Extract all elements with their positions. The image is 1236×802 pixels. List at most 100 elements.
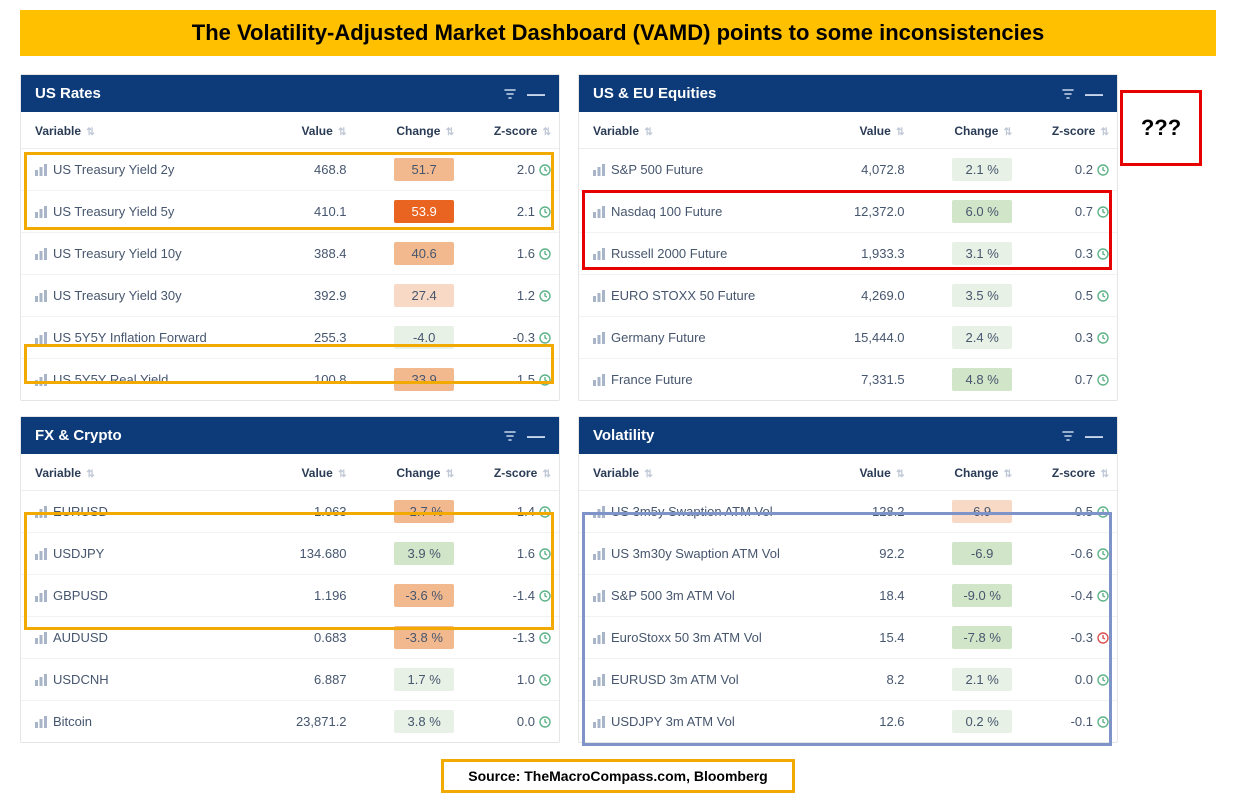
- change-cell: 2.4 %: [952, 326, 1012, 349]
- sort-icon[interactable]: ⇅: [543, 469, 551, 480]
- variable-name[interactable]: US Treasury Yield 30y: [53, 288, 182, 303]
- table-row: GBPUSD1.196-3.6 %-1.4: [21, 575, 559, 617]
- value-cell: 128.2: [872, 504, 905, 519]
- panel-us-eu-equities: US & EU Equities—Variable ⇅Value ⇅Change…: [578, 74, 1118, 401]
- sort-icon[interactable]: ⇅: [86, 127, 94, 138]
- variable-name[interactable]: US 3m30y Swaption ATM Vol: [611, 546, 780, 561]
- variable-name[interactable]: S&P 500 3m ATM Vol: [611, 588, 735, 603]
- col-change[interactable]: Change ⇅: [355, 454, 463, 491]
- clock-icon: [1097, 164, 1109, 176]
- bar-chart-icon: [593, 632, 605, 644]
- col-value[interactable]: Value ⇅: [258, 454, 355, 491]
- variable-name[interactable]: EuroStoxx 50 3m ATM Vol: [611, 630, 762, 645]
- zscore-cell: 0.0: [517, 714, 551, 729]
- variable-name[interactable]: USDCNH: [53, 672, 109, 687]
- col-zscore[interactable]: Z-score ⇅: [462, 454, 559, 491]
- change-cell: 2.1 %: [952, 668, 1012, 691]
- filter-icon[interactable]: [1061, 87, 1075, 101]
- value-cell: 388.4: [314, 246, 347, 261]
- value-cell: 15,444.0: [854, 330, 905, 345]
- sort-icon[interactable]: ⇅: [644, 469, 652, 480]
- variable-name[interactable]: Bitcoin: [53, 714, 92, 729]
- col-value[interactable]: Value ⇅: [816, 454, 913, 491]
- clock-icon: [539, 164, 551, 176]
- variable-name[interactable]: France Future: [611, 372, 693, 387]
- col-change[interactable]: Change ⇅: [913, 112, 1021, 149]
- sort-icon[interactable]: ⇅: [338, 469, 346, 480]
- col-zscore[interactable]: Z-score ⇅: [462, 112, 559, 149]
- variable-name[interactable]: US 3m5y Swaption ATM Vol: [611, 504, 773, 519]
- zscore-cell: 1.6: [517, 546, 551, 561]
- variable-name[interactable]: USDJPY 3m ATM Vol: [611, 714, 735, 729]
- clock-icon: [1097, 674, 1109, 686]
- sort-icon[interactable]: ⇅: [896, 469, 904, 480]
- table-row: Germany Future15,444.02.4 %0.3: [579, 317, 1117, 359]
- variable-name[interactable]: EURUSD: [53, 504, 108, 519]
- zscore-cell: 0.2: [1075, 162, 1109, 177]
- collapse-icon[interactable]: —: [1085, 89, 1103, 99]
- sort-icon[interactable]: ⇅: [86, 469, 94, 480]
- variable-name[interactable]: S&P 500 Future: [611, 162, 703, 177]
- value-cell: 18.4: [879, 588, 904, 603]
- zscore-cell: 0.5: [1075, 288, 1109, 303]
- table-row: AUDUSD0.683-3.8 %-1.3: [21, 617, 559, 659]
- collapse-icon[interactable]: —: [527, 89, 545, 99]
- variable-name[interactable]: EURUSD 3m ATM Vol: [611, 672, 739, 687]
- col-value[interactable]: Value ⇅: [816, 112, 913, 149]
- collapse-icon[interactable]: —: [527, 431, 545, 441]
- bar-chart-icon: [593, 374, 605, 386]
- variable-name[interactable]: US 5Y5Y Inflation Forward: [53, 330, 207, 345]
- col-variable[interactable]: Variable ⇅: [21, 112, 258, 149]
- sort-icon[interactable]: ⇅: [543, 127, 551, 138]
- variable-name[interactable]: Russell 2000 Future: [611, 246, 727, 261]
- variable-name[interactable]: GBPUSD: [53, 588, 108, 603]
- table-row: US 3m30y Swaption ATM Vol92.2-6.9-0.6: [579, 533, 1117, 575]
- variable-name[interactable]: US Treasury Yield 5y: [53, 204, 174, 219]
- table-row: Nasdaq 100 Future12,372.06.0 %0.7: [579, 191, 1117, 233]
- sort-icon[interactable]: ⇅: [896, 127, 904, 138]
- change-cell: 40.6: [394, 242, 454, 265]
- col-change[interactable]: Change ⇅: [355, 112, 463, 149]
- variable-name[interactable]: US Treasury Yield 2y: [53, 162, 174, 177]
- table-row: US Treasury Yield 2y468.851.72.0: [21, 149, 559, 191]
- filter-icon[interactable]: [503, 87, 517, 101]
- zscore-cell: 1.6: [517, 246, 551, 261]
- collapse-icon[interactable]: —: [1085, 431, 1103, 441]
- zscore-cell: -0.3: [513, 330, 551, 345]
- sort-icon[interactable]: ⇅: [338, 127, 346, 138]
- filter-icon[interactable]: [1061, 429, 1075, 443]
- filter-icon[interactable]: [503, 429, 517, 443]
- variable-name[interactable]: US Treasury Yield 10y: [53, 246, 182, 261]
- value-cell: 255.3: [314, 330, 347, 345]
- variable-name[interactable]: AUDUSD: [53, 630, 108, 645]
- table-row: EURUSD 3m ATM Vol8.22.1 %0.0: [579, 659, 1117, 701]
- variable-name[interactable]: Nasdaq 100 Future: [611, 204, 722, 219]
- table-row: USDCNH6.8871.7 %1.0: [21, 659, 559, 701]
- col-variable[interactable]: Variable ⇅: [579, 454, 816, 491]
- col-zscore[interactable]: Z-score ⇅: [1020, 454, 1117, 491]
- sort-icon[interactable]: ⇅: [1101, 127, 1109, 138]
- panel-fx-crypto: FX & Crypto — Variable ⇅Value ⇅Change ⇅Z-s…: [20, 416, 560, 743]
- clock-icon: [1097, 632, 1109, 644]
- value-cell: 392.9: [314, 288, 347, 303]
- col-change[interactable]: Change ⇅: [913, 454, 1021, 491]
- value-cell: 8.2: [886, 672, 904, 687]
- sort-icon[interactable]: ⇅: [1101, 469, 1109, 480]
- variable-name[interactable]: Germany Future: [611, 330, 706, 345]
- sort-icon[interactable]: ⇅: [1004, 469, 1012, 480]
- variable-name[interactable]: US 5Y5Y Real Yield: [53, 372, 168, 387]
- sort-icon[interactable]: ⇅: [1004, 127, 1012, 138]
- variable-name[interactable]: EURO STOXX 50 Future: [611, 288, 755, 303]
- col-variable[interactable]: Variable ⇅: [579, 112, 816, 149]
- zscore-cell: 2.1: [517, 204, 551, 219]
- col-variable[interactable]: Variable ⇅: [21, 454, 258, 491]
- col-value[interactable]: Value ⇅: [258, 112, 355, 149]
- variable-name[interactable]: USDJPY: [53, 546, 104, 561]
- col-zscore[interactable]: Z-score ⇅: [1020, 112, 1117, 149]
- bar-chart-icon: [35, 716, 47, 728]
- sort-icon[interactable]: ⇅: [446, 469, 454, 480]
- panel-title: FX & Crypto: [35, 427, 122, 444]
- sort-icon[interactable]: ⇅: [644, 127, 652, 138]
- sort-icon[interactable]: ⇅: [446, 127, 454, 138]
- value-cell: 4,269.0: [861, 288, 904, 303]
